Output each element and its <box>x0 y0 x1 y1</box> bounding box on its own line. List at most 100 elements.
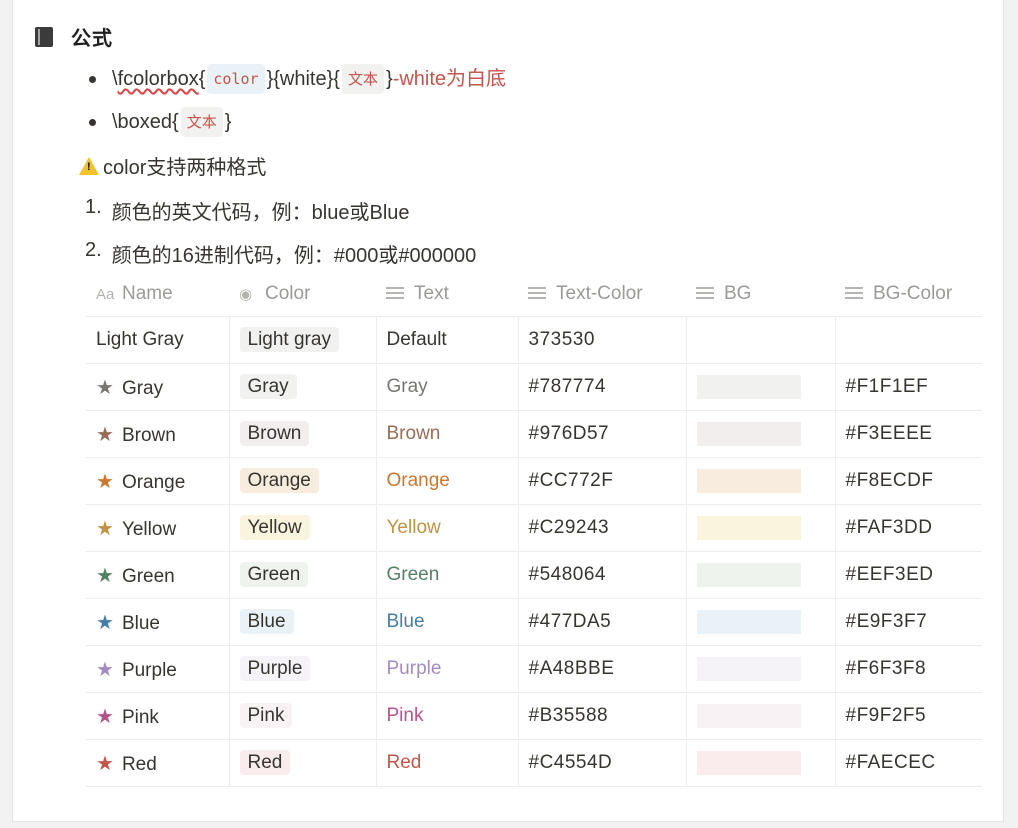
tag-icon: ◉ <box>239 286 253 303</box>
name-cell[interactable]: ★ Brown <box>86 410 230 458</box>
color-pill: Orange <box>239 468 319 493</box>
bg-color-cell[interactable]: #EEF3ED <box>835 551 982 599</box>
color-cell[interactable]: Brown <box>229 410 377 458</box>
item-text: 颜色的16进制代码，例：#000或#000000 <box>111 245 477 267</box>
bg-color-cell[interactable]: #F3EEEE <box>835 410 982 458</box>
color-cell[interactable]: Orange <box>229 457 377 505</box>
text-color-cell[interactable]: #A48BBE <box>518 645 687 693</box>
color-pill: Green <box>239 562 309 587</box>
color-cell[interactable]: Yellow <box>229 504 377 552</box>
text-color-cell[interactable]: #976D57 <box>518 410 687 458</box>
text-color-value: #976D57 <box>528 423 610 444</box>
bg-color-cell[interactable] <box>835 316 982 364</box>
text-cell[interactable]: Purple <box>376 645 519 693</box>
name-cell[interactable]: ★ Pink <box>86 692 230 740</box>
table-row[interactable]: ★ Red Red Red #C4554D #FAECEC <box>86 739 982 787</box>
color-cell[interactable]: Purple <box>229 645 377 693</box>
color-table: Aa Name ◉ Color Text Text-Color BG BG-Colo… <box>86 272 982 787</box>
table-row[interactable]: ★ Pink Pink Pink #B35588 #F9F2F5 <box>86 692 982 740</box>
text-cell[interactable]: Brown <box>376 410 519 458</box>
color-cell[interactable]: Blue <box>229 598 377 646</box>
name-cell[interactable]: ★ Purple <box>86 645 230 693</box>
warning-note: ! color支持两种格式 <box>79 151 266 180</box>
table-row[interactable]: ★ Yellow Yellow Yellow #C29243 #FAF3DD <box>86 504 982 552</box>
text-color-cell[interactable]: #548064 <box>518 551 687 599</box>
bg-swatch <box>696 422 801 446</box>
table-row[interactable]: ★ Brown Brown Brown #976D57 #F3EEEE <box>86 410 982 458</box>
bg-swatch <box>696 657 801 681</box>
bg-cell[interactable] <box>686 645 836 693</box>
color-cell[interactable]: Red <box>229 739 377 787</box>
misspelled-word[interactable]: fcolorbox <box>118 65 199 93</box>
text-cell[interactable]: Default <box>376 316 519 364</box>
bg-cell[interactable] <box>686 316 836 364</box>
name-cell[interactable]: ★ Gray <box>86 363 230 411</box>
color-pill: Brown <box>239 421 310 446</box>
text-cell[interactable]: Red <box>376 739 519 787</box>
name-cell[interactable]: ★ Blue <box>86 598 230 646</box>
table-row[interactable]: Light Gray Light gray Default 373530 <box>86 316 982 364</box>
text-color-cell[interactable]: #477DA5 <box>518 598 687 646</box>
bg-cell[interactable] <box>686 739 836 787</box>
text-color-cell[interactable]: #B35588 <box>518 692 687 740</box>
column-header-text-color[interactable]: Text-Color <box>518 272 686 317</box>
column-header-bg[interactable]: BG <box>686 272 835 317</box>
column-header-bg-color[interactable]: BG-Color <box>835 272 982 317</box>
table-row[interactable]: ★ Gray Gray Gray #787774 #F1F1EF <box>86 363 982 411</box>
column-header-color[interactable]: ◉ Color <box>229 272 376 317</box>
bg-color-cell[interactable]: #F6F3F8 <box>835 645 982 693</box>
bg-color-cell[interactable]: #E9F3F7 <box>835 598 982 646</box>
color-cell[interactable]: Light gray <box>229 316 377 364</box>
cell-name: Orange <box>121 471 186 493</box>
cell-name: Green <box>121 565 175 587</box>
colored-text-sample: Brown <box>386 423 441 444</box>
bg-cell[interactable] <box>686 692 836 740</box>
name-cell[interactable]: ★ Orange <box>86 457 230 505</box>
text-color-cell[interactable]: #CC772F <box>518 457 687 505</box>
text-cell[interactable]: Green <box>376 551 519 599</box>
color-cell[interactable]: Pink <box>229 692 377 740</box>
color-cell[interactable]: Gray <box>229 363 377 411</box>
color-pill: Purple <box>239 656 311 681</box>
table-row[interactable]: ★ Orange Orange Orange #CC772F #F8ECDF <box>86 457 982 505</box>
text-cell[interactable]: Pink <box>376 692 519 740</box>
table-row[interactable]: ★ Purple Purple Purple #A48BBE #F6F3F8 <box>86 645 982 693</box>
bg-color-cell[interactable]: #FAF3DD <box>835 504 982 552</box>
text-color-value: 373530 <box>528 329 595 350</box>
name-cell[interactable]: ★ Green <box>86 551 230 599</box>
color-cell[interactable]: Green <box>229 551 377 599</box>
text-color-cell[interactable]: 373530 <box>518 316 687 364</box>
bg-color-cell[interactable]: #F8ECDF <box>835 457 982 505</box>
name-cell[interactable]: ★ Red <box>86 739 230 787</box>
text-cell[interactable]: Blue <box>376 598 519 646</box>
bg-swatch <box>696 375 801 399</box>
text-cell[interactable]: Orange <box>376 457 519 505</box>
bg-color-cell[interactable]: #F1F1EF <box>835 363 982 411</box>
table-row[interactable]: ★ Blue Blue Blue #477DA5 #E9F3F7 <box>86 598 982 646</box>
bg-cell[interactable] <box>686 551 836 599</box>
table-row[interactable]: ★ Green Green Green #548064 #EEF3ED <box>86 551 982 599</box>
bg-color-cell[interactable]: #F9F2F5 <box>835 692 982 740</box>
name-cell[interactable]: Light Gray <box>86 316 230 364</box>
text-color-cell[interactable]: #C29243 <box>518 504 687 552</box>
item-number: 1. <box>85 196 102 218</box>
text-color-cell[interactable]: #787774 <box>518 363 687 411</box>
bg-cell[interactable] <box>686 457 836 505</box>
column-header-name[interactable]: Aa Name <box>86 272 229 317</box>
bg-cell[interactable] <box>686 504 836 552</box>
text-cell[interactable]: Yellow <box>376 504 519 552</box>
column-header-text[interactable]: Text <box>376 272 518 317</box>
bg-cell[interactable] <box>686 598 836 646</box>
warning-icon: ! <box>79 156 99 175</box>
text-color-value: #548064 <box>528 564 606 585</box>
bg-cell[interactable] <box>686 363 836 411</box>
book-icon <box>35 26 53 47</box>
color-pill: Yellow <box>239 515 310 540</box>
name-cell[interactable]: ★ Yellow <box>86 504 230 552</box>
text-cell[interactable]: Gray <box>376 363 519 411</box>
cell-name: Light Gray <box>96 329 184 350</box>
bg-cell[interactable] <box>686 410 836 458</box>
bg-color-cell[interactable]: #FAECEC <box>835 739 982 787</box>
colored-text-sample: Blue <box>386 611 425 632</box>
text-color-cell[interactable]: #C4554D <box>518 739 687 787</box>
